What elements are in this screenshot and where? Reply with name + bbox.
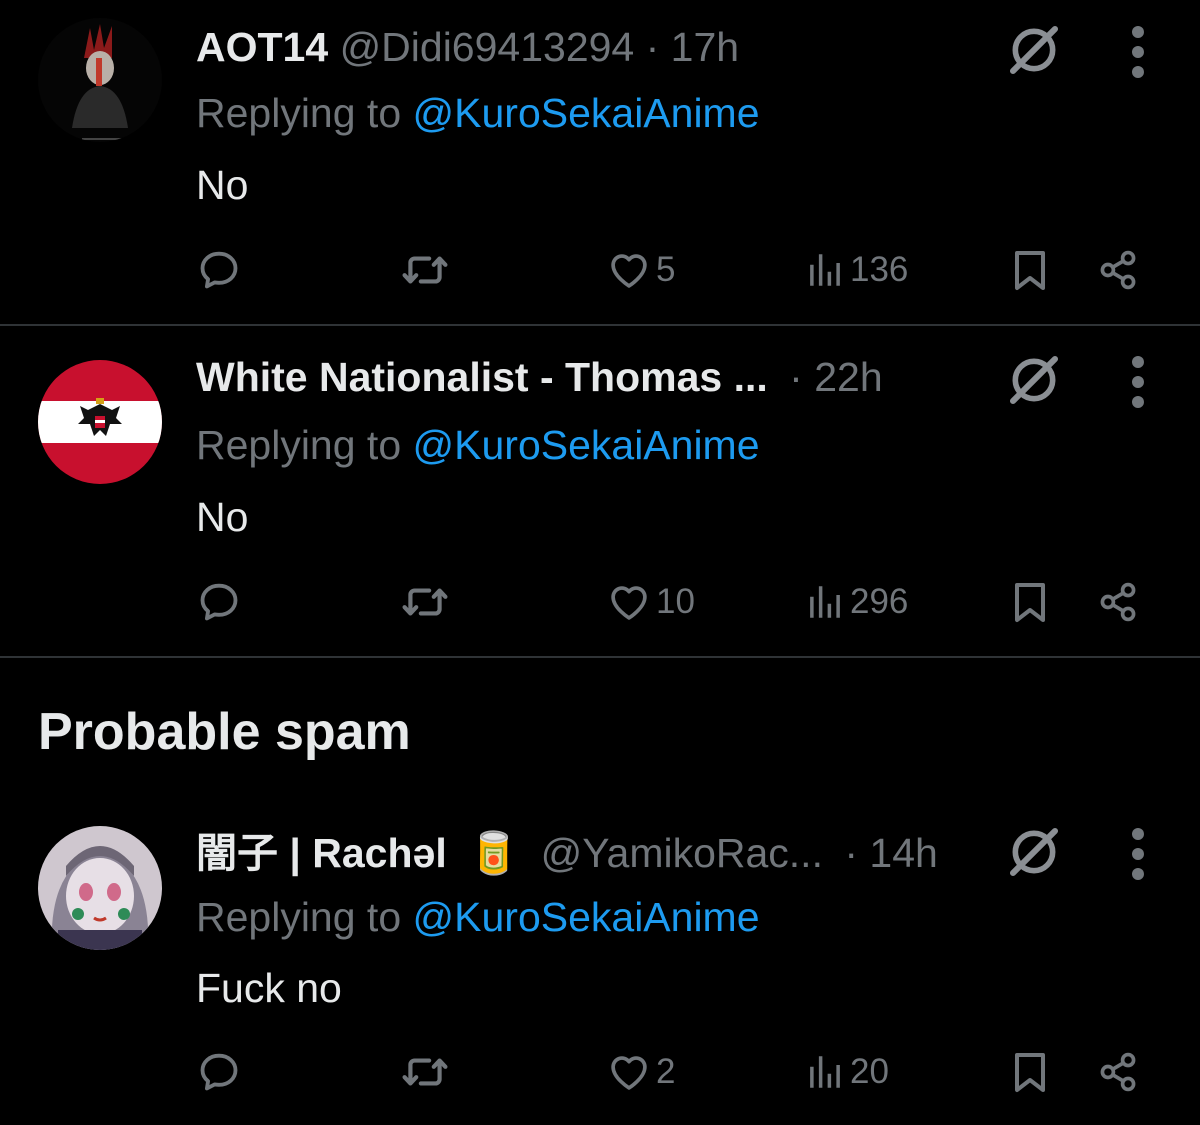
bookmark-icon xyxy=(1006,1048,1054,1096)
mention-link[interactable]: @KuroSekaiAnime xyxy=(413,894,760,940)
replying-prefix: Replying to xyxy=(196,422,413,468)
reply-button[interactable] xyxy=(196,240,242,300)
user-handle[interactable]: @Didi69413294 xyxy=(340,24,635,70)
reply-tweet[interactable]: White Nationalist - Thomas ... · 22h Rep… xyxy=(0,326,1200,656)
share-button[interactable] xyxy=(1096,1042,1140,1102)
austria-flag-eagle-avatar-icon xyxy=(38,360,162,484)
retweet-icon xyxy=(400,1047,450,1097)
views-icon xyxy=(804,1051,846,1093)
display-name[interactable]: White Nationalist - Thomas ... xyxy=(196,354,768,400)
display-name[interactable]: 闇子 | Rachəl xyxy=(196,830,447,876)
tweet-header: White Nationalist - Thomas ... · 22h xyxy=(196,352,883,402)
share-icon xyxy=(1096,580,1140,624)
tweet-header: AOT14 @Didi69413294 · 17h xyxy=(196,22,739,72)
views-icon xyxy=(804,581,846,623)
bookmark-button[interactable] xyxy=(1006,572,1054,632)
mention-link[interactable]: @KuroSekaiAnime xyxy=(413,90,760,136)
replying-to: Replying to @KuroSekaiAnime xyxy=(196,88,760,138)
reply-icon xyxy=(196,579,242,625)
views-button[interactable]: 296 xyxy=(804,572,908,632)
retweet-button[interactable] xyxy=(400,572,450,632)
section-title: Probable spam xyxy=(38,703,411,761)
timestamp[interactable]: · 22h xyxy=(789,354,882,400)
like-count: 5 xyxy=(656,250,676,289)
heart-icon xyxy=(606,247,652,293)
mention-link[interactable]: @KuroSekaiAnime xyxy=(413,422,760,468)
retweet-icon xyxy=(400,577,450,627)
more-icon[interactable] xyxy=(1118,22,1158,82)
heart-icon xyxy=(606,579,652,625)
reply-tweet[interactable]: 闇子 | Rachəl 🥫 @YamikoRac... · 14h Replyi… xyxy=(0,798,1200,1125)
divider xyxy=(0,656,1200,658)
replying-to: Replying to @KuroSekaiAnime xyxy=(196,892,760,942)
reply-tweet[interactable]: AOT14 @Didi69413294 · 17h Replying to @K… xyxy=(0,0,1200,326)
view-count: 20 xyxy=(850,1052,889,1091)
grok-icon[interactable] xyxy=(1006,22,1062,78)
replying-to: Replying to @KuroSekaiAnime xyxy=(196,420,760,470)
grok-icon[interactable] xyxy=(1006,824,1062,880)
avatar[interactable] xyxy=(38,18,162,142)
more-icon[interactable] xyxy=(1118,352,1158,412)
share-button[interactable] xyxy=(1096,572,1140,632)
dark-anime-character-avatar-icon xyxy=(38,18,162,142)
retweet-button[interactable] xyxy=(400,1042,450,1102)
reply-icon xyxy=(196,247,242,293)
view-count: 136 xyxy=(850,250,909,289)
timestamp[interactable]: · 14h xyxy=(844,830,937,876)
share-icon xyxy=(1096,1050,1140,1094)
like-count: 2 xyxy=(656,1052,676,1091)
like-button[interactable]: 2 xyxy=(606,1042,675,1102)
views-button[interactable]: 20 xyxy=(804,1042,889,1102)
bookmark-button[interactable] xyxy=(1006,240,1054,300)
action-bar: 2 20 xyxy=(0,1042,1200,1102)
user-handle[interactable]: @YamikoRac... xyxy=(541,830,823,876)
reply-icon xyxy=(196,1049,242,1095)
replying-prefix: Replying to xyxy=(196,894,413,940)
timestamp[interactable]: · 17h xyxy=(646,24,739,70)
like-button[interactable]: 10 xyxy=(606,572,695,632)
more-icon[interactable] xyxy=(1118,824,1158,884)
tweet-text: Fuck no xyxy=(196,965,342,1011)
bookmark-icon xyxy=(1006,246,1054,294)
name-emoji: 🥫 xyxy=(468,830,520,876)
retweet-icon xyxy=(400,245,450,295)
tweet-text: No xyxy=(196,162,249,208)
tweet-text: No xyxy=(196,494,249,540)
heart-icon xyxy=(606,1049,652,1095)
bookmark-button[interactable] xyxy=(1006,1042,1054,1102)
tweet-header: 闇子 | Rachəl 🥫 @YamikoRac... · 14h xyxy=(196,828,938,878)
replying-prefix: Replying to xyxy=(196,90,413,136)
views-icon xyxy=(804,249,846,291)
like-count: 10 xyxy=(656,582,695,621)
reply-button[interactable] xyxy=(196,1042,242,1102)
share-icon xyxy=(1096,248,1140,292)
avatar[interactable] xyxy=(38,826,162,950)
view-count: 296 xyxy=(850,582,909,621)
like-button[interactable]: 5 xyxy=(606,240,675,300)
action-bar: 5 136 xyxy=(0,240,1200,300)
avatar[interactable] xyxy=(38,360,162,484)
reply-button[interactable] xyxy=(196,572,242,632)
display-name[interactable]: AOT14 xyxy=(196,24,328,70)
share-button[interactable] xyxy=(1096,240,1140,300)
grok-icon[interactable] xyxy=(1006,352,1062,408)
bookmark-icon xyxy=(1006,578,1054,626)
retweet-button[interactable] xyxy=(400,240,450,300)
anime-girl-avatar-icon xyxy=(38,826,162,950)
action-bar: 10 296 xyxy=(0,572,1200,632)
views-button[interactable]: 136 xyxy=(804,240,908,300)
